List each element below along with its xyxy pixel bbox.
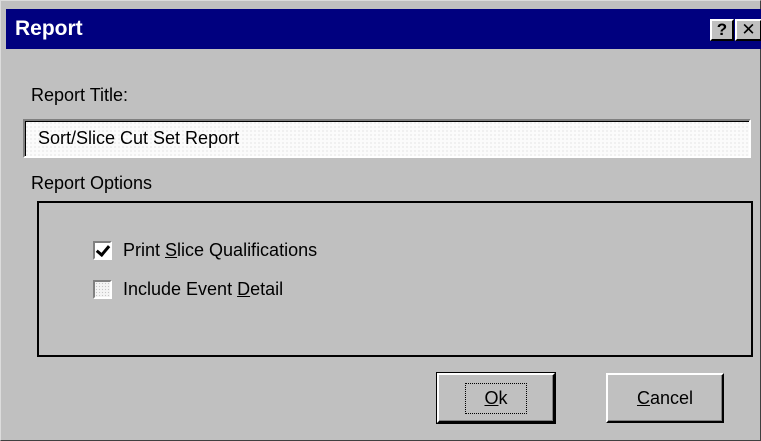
print-slice-qualifications-checkbox[interactable]	[93, 240, 112, 260]
report-dialog: Report ? ✕ Report Title: Sort/Slice Cut …	[0, 0, 761, 441]
report-options-label: Report Options	[31, 173, 153, 193]
report-title-input[interactable]: Sort/Slice Cut Set Report	[23, 119, 751, 158]
window-title: Report	[15, 17, 83, 40]
ok-button-label: Ok	[465, 382, 527, 414]
print-slice-qualifications-option[interactable]: Print Slice Qualifications	[93, 238, 317, 262]
cancel-button[interactable]: Cancel	[606, 373, 724, 423]
cancel-button-label: Cancel	[636, 387, 694, 408]
include-event-detail-checkbox[interactable]	[93, 279, 112, 299]
include-event-detail-option[interactable]: Include Event Detail	[93, 277, 283, 301]
print-slice-qualifications-label: Print Slice Qualifications	[123, 239, 318, 260]
report-title-label: Report Title:	[31, 85, 129, 105]
close-icon[interactable]: ✕	[735, 19, 761, 41]
title-bar[interactable]: Report ? ✕	[6, 9, 761, 49]
help-icon[interactable]: ?	[710, 19, 734, 41]
ok-button[interactable]: Ok	[436, 372, 556, 424]
include-event-detail-label: Include Event Detail	[123, 278, 284, 299]
